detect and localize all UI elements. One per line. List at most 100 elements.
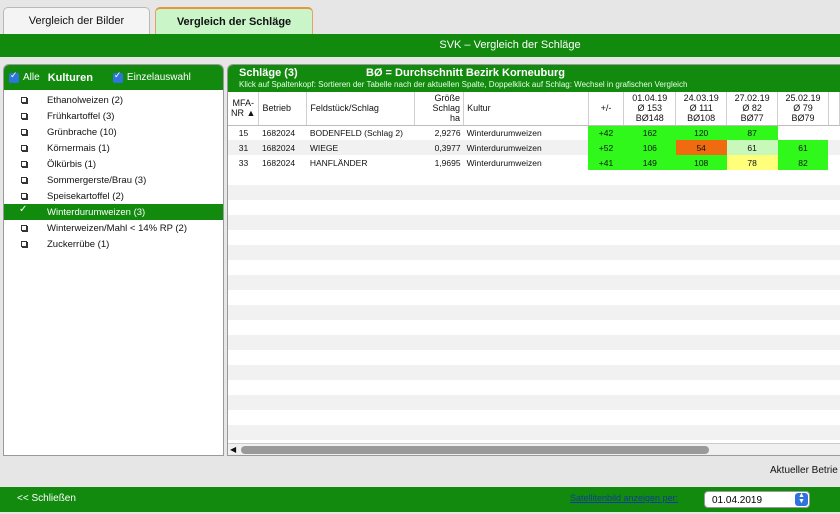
checkbox-icon[interactable] <box>21 145 27 151</box>
checkbox-icon[interactable] <box>21 193 27 199</box>
cell-value: 108 <box>675 155 727 170</box>
horizontal-scrollbar[interactable]: ◀ <box>228 443 840 455</box>
date-select[interactable]: 01.04.2019 ▲ ▼ <box>704 491 810 508</box>
cell-mfa: 33 <box>238 157 249 168</box>
satellite-image-link[interactable]: Satellitenbild anzeigen per: <box>570 493 678 503</box>
checkmark-icon[interactable] <box>19 204 27 215</box>
cell-feldstueck: BODENFELD (Schlag 2) <box>309 127 403 138</box>
kulturen-header: Alle Kulturen Einzelauswahl <box>4 65 223 90</box>
schlaege-table: MFA- NR ▲ Betrieb Feldstück/Schlag Größe S… <box>228 92 840 170</box>
checkbox-icon[interactable] <box>21 97 27 103</box>
kultur-item[interactable]: Grünbrache (10) <box>4 124 223 140</box>
schlaege-header: Schläge (3) BØ = Durchschnitt Bezirk Kor… <box>228 65 840 92</box>
alle-checkbox[interactable] <box>9 70 19 83</box>
cell-value: 82 <box>777 155 829 170</box>
bottom-bar: << Schließen Satellitenbild anzeigen per… <box>0 487 840 512</box>
checkbox-icon[interactable] <box>21 225 27 231</box>
col-header-overflow <box>828 92 840 126</box>
cell-value: 162 <box>623 125 676 140</box>
checkbox-icon[interactable] <box>21 129 27 135</box>
kultur-item[interactable]: Speisekartoffel (2) <box>4 188 223 204</box>
bezirk-average-label: BØ = Durchschnitt Bezirk Korneuburg <box>366 67 565 79</box>
kultur-item[interactable]: Ethanolweizen (2) <box>4 92 223 108</box>
window-title-bar: SVK – Vergleich der Schläge <box>0 34 840 57</box>
kultur-item[interactable]: Zuckerrübe (1) <box>4 236 223 252</box>
table-background <box>228 125 840 445</box>
chevron-updown-icon: ▲ ▼ <box>795 492 808 506</box>
einzelauswahl-label: Einzelauswahl <box>126 72 191 83</box>
cell-value: 149 <box>623 155 676 170</box>
einzelauswahl-checkbox[interactable] <box>112 70 123 83</box>
cell-feldstueck: WIEGE <box>309 142 339 153</box>
close-button[interactable]: << Schließen <box>17 493 76 504</box>
current-betrieb-label: Aktueller Betrie <box>770 465 838 476</box>
tab-vergleich-bilder[interactable]: Vergleich der Bilder <box>3 7 150 34</box>
scrollbar-thumb[interactable] <box>241 446 709 454</box>
col-header-date[interactable]: 27.02.19 Ø 82 BØ77 <box>726 92 779 126</box>
kultur-item[interactable]: Frühkartoffel (3) <box>4 108 223 124</box>
kulturen-panel: Alle Kulturen Einzelauswahl Ethanolweize… <box>3 64 224 456</box>
kultur-item[interactable]: Sommergerste/Brau (3) <box>4 172 223 188</box>
cell-mfa: 15 <box>238 127 249 138</box>
cell-betrieb: 1682024 <box>261 142 296 153</box>
cell-value: 54 <box>675 140 727 155</box>
cell-groesse: 0,3977 <box>434 142 461 153</box>
table-row[interactable]: 31 1682024 WIEGE 0,3977 Winterdurumweize… <box>228 140 840 155</box>
cell-plusminus: +42 <box>588 125 624 140</box>
kultur-item[interactable]: Körnermais (1) <box>4 140 223 156</box>
table-row[interactable]: 33 1682024 HANFLÄNDER 1,9695 Winterdurum… <box>228 155 840 170</box>
kultur-label: Ethanolweizen (2) <box>47 94 124 106</box>
checkbox-icon[interactable] <box>21 113 27 119</box>
checkbox-icon[interactable] <box>21 241 27 247</box>
cell-feldstueck: HANFLÄNDER <box>309 157 368 168</box>
col-header-feldstueck[interactable]: Feldstück/Schlag <box>306 92 416 126</box>
kulturen-title: Kulturen <box>47 71 93 84</box>
cell-betrieb: 1682024 <box>261 127 296 138</box>
cell-groesse: 1,9695 <box>434 157 461 168</box>
cell-value: 106 <box>623 140 676 155</box>
schlaege-panel: Schläge (3) BØ = Durchschnitt Bezirk Kor… <box>227 64 840 456</box>
col-header-mfa[interactable]: MFA- NR ▲ <box>228 92 260 126</box>
kultur-label: Speisekartoffel (2) <box>47 190 124 202</box>
kultur-label: Zuckerrübe (1) <box>47 238 110 250</box>
tab-bar: Vergleich der Bilder Vergleich der Schlä… <box>0 0 840 34</box>
cell-kultur: Winterdurumweizen <box>466 142 542 153</box>
cell-value: 78 <box>726 155 778 170</box>
kultur-label: Grünbrache (10) <box>47 126 117 138</box>
schlaege-title: Schläge (3) <box>239 67 298 79</box>
cell-value: 87 <box>726 125 778 140</box>
kultur-item-selected[interactable]: Winterdurumweizen (3) <box>4 204 223 220</box>
col-header-date[interactable]: 24.03.19 Ø 111 BØ108 <box>675 92 728 126</box>
cell-plusminus: +41 <box>588 155 624 170</box>
kultur-label: Winterweizen/Mahl < 14% RP (2) <box>47 222 188 234</box>
alle-label: Alle <box>23 72 40 83</box>
col-header-plusminus[interactable]: +/- <box>588 92 625 126</box>
cell-groesse: 2,9276 <box>434 127 461 138</box>
kultur-label: Frühkartoffel (3) <box>47 110 115 122</box>
checkbox-icon[interactable] <box>21 177 27 183</box>
table-hint: Klick auf Spaltenkopf: Sortieren der Tab… <box>239 80 688 89</box>
kultur-item[interactable]: Ölkürbis (1) <box>4 156 223 172</box>
cell-value: 120 <box>675 125 727 140</box>
kultur-label: Sommergerste/Brau (3) <box>47 174 147 186</box>
cell-value: 61 <box>777 140 829 155</box>
tab-vergleich-schlaege[interactable]: Vergleich der Schläge <box>155 7 313 34</box>
table-row[interactable]: 15 1682024 BODENFELD (Schlag 2) 2,9276 W… <box>228 125 840 140</box>
col-header-kultur[interactable]: Kultur <box>463 92 589 126</box>
cell-plusminus: +52 <box>588 140 624 155</box>
date-select-value: 01.04.2019 <box>712 495 763 506</box>
scroll-left-icon[interactable]: ◀ <box>230 445 236 454</box>
kultur-item[interactable]: Winterweizen/Mahl < 14% RP (2) <box>4 220 223 236</box>
cell-kultur: Winterdurumweizen <box>466 127 542 138</box>
col-header-date[interactable]: 25.02.19 Ø 79 BØ79 <box>777 92 829 126</box>
checkbox-icon[interactable] <box>21 161 27 167</box>
cell-betrieb: 1682024 <box>261 157 296 168</box>
kultur-label: Winterdurumweizen (3) <box>47 206 146 218</box>
kultur-label: Ölkürbis (1) <box>47 158 97 170</box>
table-header-row: MFA- NR ▲ Betrieb Feldstück/Schlag Größe S… <box>228 92 840 126</box>
cell-kultur: Winterdurumweizen <box>466 157 542 168</box>
col-header-date[interactable]: 01.04.19 Ø 153 BØ148 <box>623 92 677 126</box>
col-header-groesse[interactable]: Größe Schlag ha <box>414 92 465 126</box>
col-header-betrieb[interactable]: Betrieb <box>258 92 308 126</box>
cell-mfa: 31 <box>238 142 249 153</box>
